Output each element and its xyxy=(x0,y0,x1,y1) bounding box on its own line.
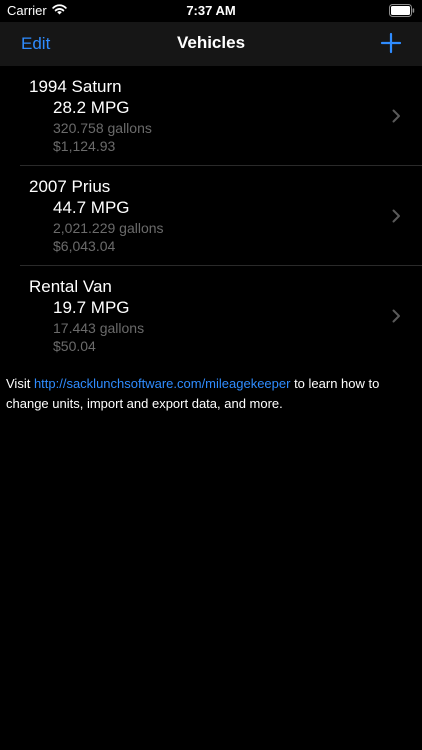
chevron-right-icon xyxy=(392,209,400,223)
info-text: Visit http://sacklunchsoftware.com/milea… xyxy=(6,374,416,414)
status-bar: Carrier 7:37 AM xyxy=(0,0,422,22)
vehicle-cost: $50.04 xyxy=(53,338,96,354)
navigation-bar: Edit Vehicles xyxy=(0,22,422,66)
vehicle-gallons: 2,021.229 gallons xyxy=(53,220,164,236)
battery-icon xyxy=(389,4,415,17)
edit-button[interactable]: Edit xyxy=(21,34,50,54)
vehicle-cost: $6,043.04 xyxy=(53,238,116,254)
website-link[interactable]: http://sacklunchsoftware.com/mileagekeep… xyxy=(34,376,291,391)
chevron-right-icon xyxy=(392,109,400,123)
vehicle-name: 1994 Saturn xyxy=(29,77,122,96)
plus-icon[interactable] xyxy=(380,32,402,54)
vehicle-mpg: 44.7 MPG xyxy=(53,198,130,217)
vehicle-row[interactable]: Rental Van 19.7 MPG 17.443 gallons $50.0… xyxy=(0,266,422,366)
vehicle-row[interactable]: 1994 Saturn 28.2 MPG 320.758 gallons $1,… xyxy=(0,66,422,166)
vehicle-gallons: 17.443 gallons xyxy=(53,320,145,336)
vehicle-mpg: 28.2 MPG xyxy=(53,98,130,117)
vehicle-row[interactable]: 2007 Prius 44.7 MPG 2,021.229 gallons $6… xyxy=(0,166,422,266)
clock: 7:37 AM xyxy=(186,3,236,18)
vehicle-name: Rental Van xyxy=(29,277,112,296)
vehicle-cost: $1,124.93 xyxy=(53,138,116,154)
info-prefix: Visit xyxy=(6,376,34,391)
vehicle-list: 1994 Saturn 28.2 MPG 320.758 gallons $1,… xyxy=(0,66,422,366)
vehicle-gallons: 320.758 gallons xyxy=(53,120,152,136)
page-title: Vehicles xyxy=(176,33,246,52)
vehicle-mpg: 19.7 MPG xyxy=(53,298,130,317)
vehicle-name: 2007 Prius xyxy=(29,177,111,196)
chevron-right-icon xyxy=(392,309,400,323)
